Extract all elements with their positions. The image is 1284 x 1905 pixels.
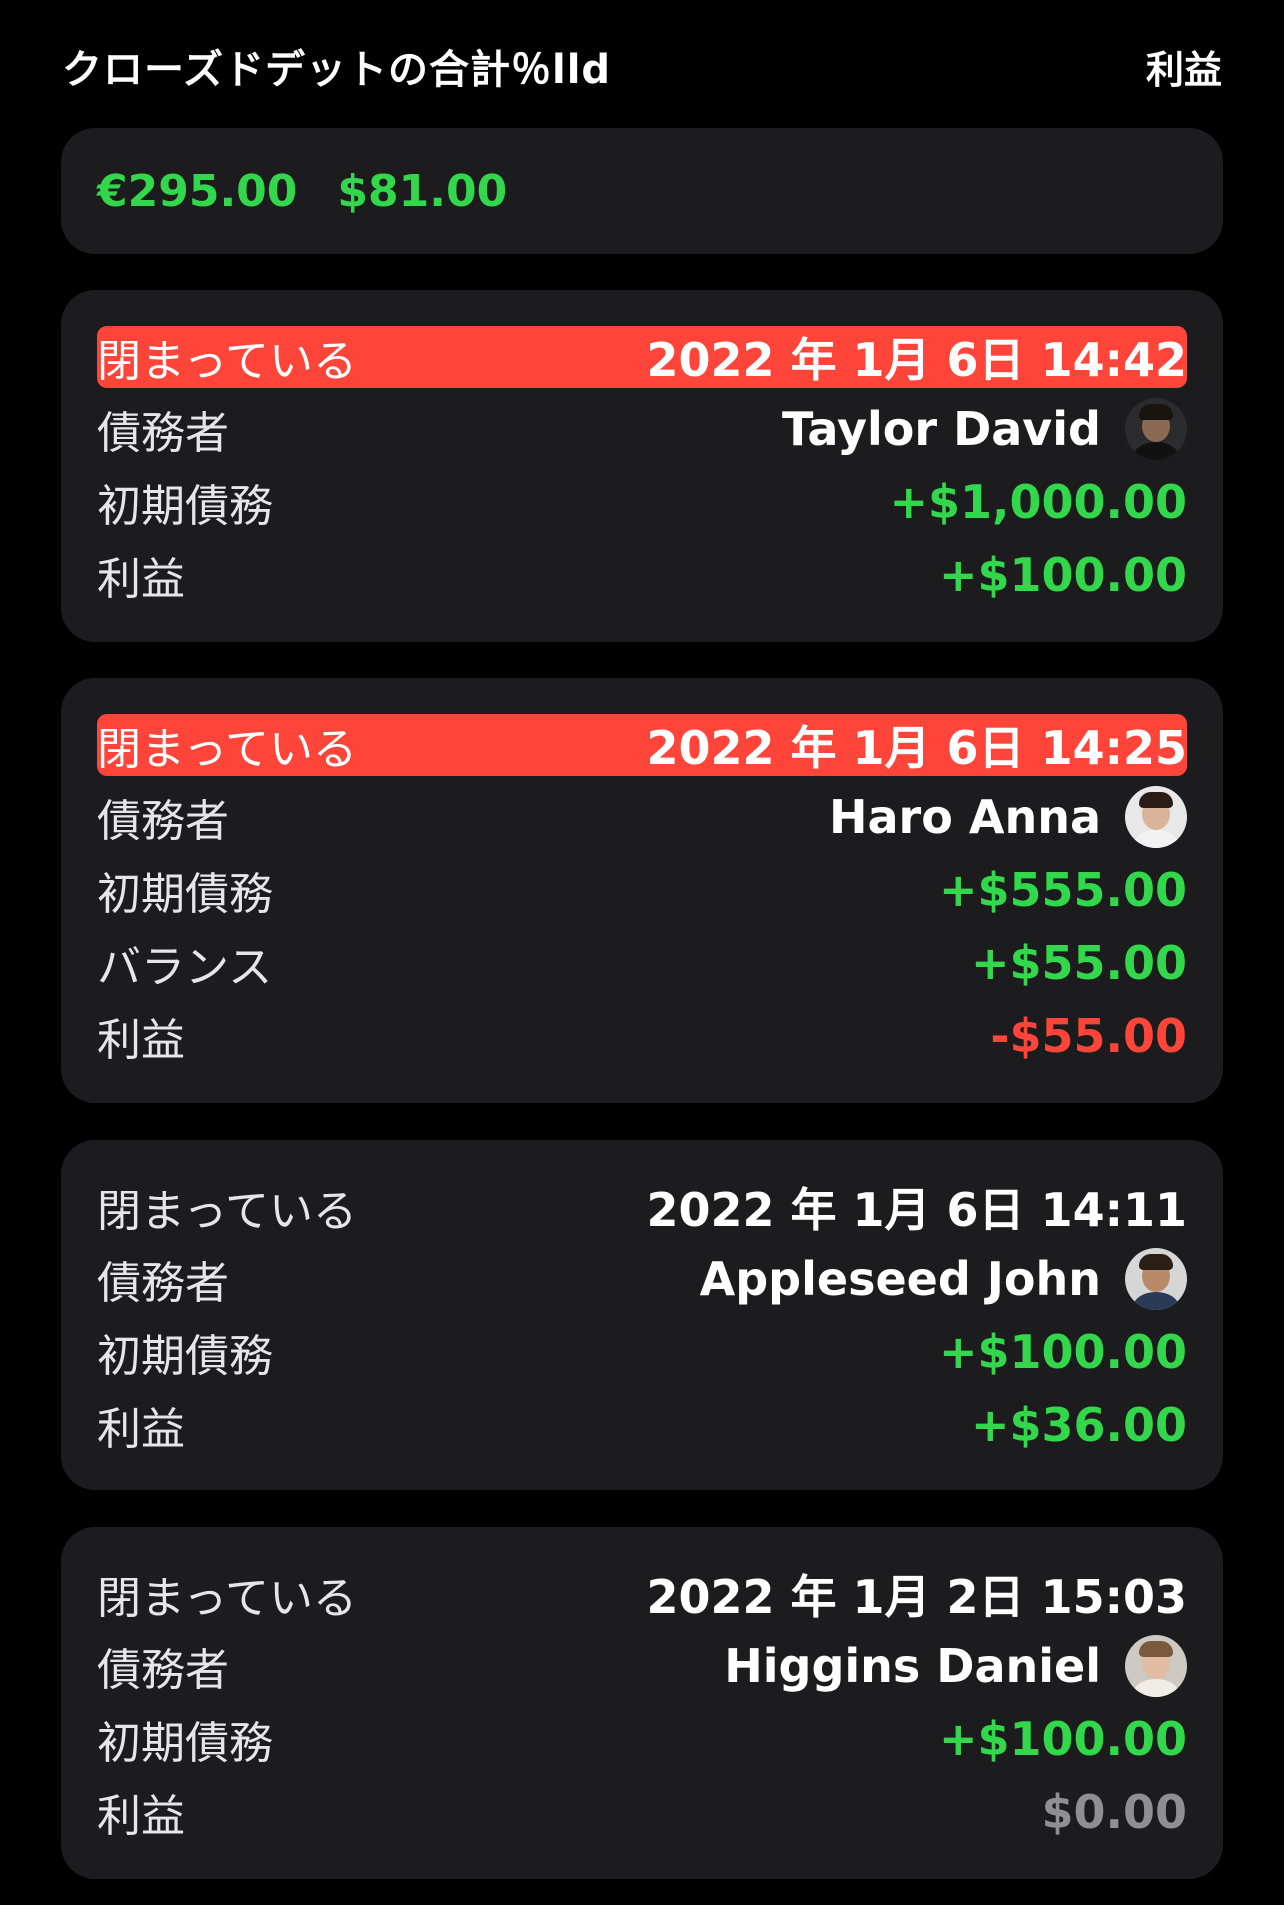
profit-row: 利益 +$100.00 <box>97 544 1187 606</box>
initial-debt-value: +$555.00 <box>938 863 1187 917</box>
debtor-name: Higgins Daniel <box>724 1639 1101 1693</box>
debtor-label: 債務者 <box>97 1645 229 1696</box>
profit-value: +$100.00 <box>938 548 1187 602</box>
sort-by-profit-button[interactable]: 利益 <box>1146 39 1222 94</box>
header: クローズドデットの合計％lld 利益 <box>62 36 1222 96</box>
initial-debt-label: 初期債務 <box>97 1718 273 1769</box>
status-label: 閉まっている <box>97 336 358 387</box>
profit-row: 利益 $0.00 <box>97 1781 1187 1843</box>
profit-value: $0.00 <box>1041 1785 1187 1839</box>
debtor-label: 債務者 <box>97 1258 229 1309</box>
debt-card[interactable]: 閉まっている 2022 年 1月 2日 15:03 債務者 Higgins Da… <box>61 1527 1223 1879</box>
avatar <box>1125 398 1187 460</box>
debtor-row: 債務者 Taylor David <box>97 398 1187 460</box>
initial-debt-row: 初期債務 +$100.00 <box>97 1321 1187 1383</box>
initial-debt-row: 初期債務 +$100.00 <box>97 1708 1187 1770</box>
closed-date: 2022 年 1月 6日 14:11 <box>646 1183 1187 1237</box>
avatar <box>1125 1635 1187 1697</box>
closed-date: 2022 年 1月 6日 14:42 <box>646 333 1187 387</box>
status-row: 閉まっている 2022 年 1月 6日 14:11 <box>97 1176 1187 1238</box>
debtor-row: 債務者 Haro Anna <box>97 786 1187 848</box>
status-label: 閉まっている <box>97 724 358 775</box>
profit-row: 利益 +$36.00 <box>97 1394 1187 1456</box>
profit-value: +$36.00 <box>970 1398 1187 1452</box>
initial-debt-label: 初期債務 <box>97 1331 273 1382</box>
status-row: 閉まっている 2022 年 1月 6日 14:42 <box>97 326 1187 388</box>
profit-value: -$55.00 <box>990 1009 1187 1063</box>
status-row: 閉まっている 2022 年 1月 6日 14:25 <box>97 714 1187 776</box>
initial-debt-row: 初期債務 +$555.00 <box>97 859 1187 921</box>
page-title: クローズドデットの合計％lld <box>62 47 612 93</box>
status-label: 閉まっている <box>97 1186 358 1237</box>
profit-label: 利益 <box>97 1015 185 1066</box>
balance-label: バランス <box>97 942 273 993</box>
profit-label: 利益 <box>97 554 185 605</box>
avatar <box>1125 786 1187 848</box>
debtor-row: 債務者 Higgins Daniel <box>97 1635 1187 1697</box>
status-label: 閉まっている <box>97 1573 358 1624</box>
profit-label: 利益 <box>97 1404 185 1455</box>
initial-debt-value: +$100.00 <box>938 1712 1187 1766</box>
debt-card[interactable]: 閉まっている 2022 年 1月 6日 14:11 債務者 Appleseed … <box>61 1140 1223 1490</box>
debtor-label: 債務者 <box>97 796 229 847</box>
profit-label: 利益 <box>97 1791 185 1842</box>
initial-debt-label: 初期債務 <box>97 869 273 920</box>
initial-debt-value: +$1,000.00 <box>889 475 1187 529</box>
balance-value: +$55.00 <box>970 936 1187 990</box>
debt-card[interactable]: 閉まっている 2022 年 1月 6日 14:42 債務者 Taylor Dav… <box>61 290 1223 642</box>
debtor-name: Haro Anna <box>829 790 1101 844</box>
debtor-name: Appleseed John <box>699 1252 1101 1306</box>
closed-date: 2022 年 1月 2日 15:03 <box>646 1570 1187 1624</box>
status-row: 閉まっている 2022 年 1月 2日 15:03 <box>97 1563 1187 1625</box>
debtor-label: 債務者 <box>97 408 229 459</box>
debtor-name: Taylor David <box>781 402 1101 456</box>
avatar <box>1125 1248 1187 1310</box>
total-amount-eur: €295.00 <box>97 165 298 217</box>
initial-debt-value: +$100.00 <box>938 1325 1187 1379</box>
initial-debt-label: 初期債務 <box>97 481 273 532</box>
balance-row: バランス +$55.00 <box>97 932 1187 994</box>
debtor-row: 債務者 Appleseed John <box>97 1248 1187 1310</box>
debt-card[interactable]: 閉まっている 2022 年 1月 6日 14:25 債務者 Haro Anna … <box>61 678 1223 1103</box>
closed-date: 2022 年 1月 6日 14:25 <box>646 721 1187 775</box>
profit-row: 利益 -$55.00 <box>97 1005 1187 1067</box>
total-amount-usd: $81.00 <box>337 165 508 217</box>
initial-debt-row: 初期債務 +$1,000.00 <box>97 471 1187 533</box>
totals-summary-card: €295.00 $81.00 <box>61 128 1223 254</box>
